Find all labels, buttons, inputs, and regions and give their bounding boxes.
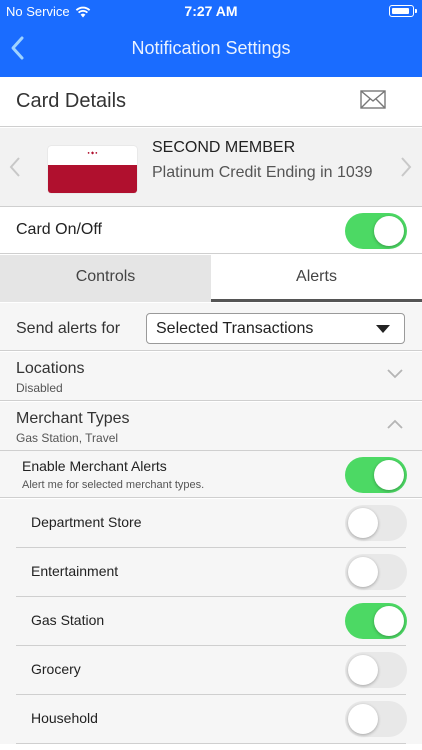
merchant-toggle-department-store[interactable] [345,505,407,541]
card-details-header: Card Details [0,77,422,127]
card-logo: ● ◆ ● [87,150,98,155]
previous-card-chevron-icon[interactable] [8,156,22,178]
merchant-toggle-entertainment[interactable] [345,554,407,590]
toggle-knob [348,508,378,538]
page-title: Notification Settings [131,38,291,58]
mail-icon[interactable] [360,90,386,109]
card-carousel: ● ◆ ● SECOND MEMBER Platinum Credit Endi… [0,128,422,207]
merchant-toggle-grocery[interactable] [345,652,407,688]
status-bar: No Service 7:27 AM [0,0,422,22]
merchant-row-gas-station: Gas Station [0,597,422,646]
locations-section[interactable]: Locations Disabled [0,352,422,401]
enable-merchant-alerts-sub: Alert me for selected merchant types. [22,479,205,491]
card-onoff-row: Card On/Off [0,208,422,254]
dropdown-caret-icon [376,325,390,333]
merchant-label: Department Store [31,514,142,530]
card-details-title: Card Details [16,90,127,112]
tab-bar: Controls Alerts [0,255,422,302]
status-time: 7:27 AM [184,3,238,19]
locations-status: Disabled [16,381,63,395]
enable-merchant-alerts-toggle[interactable] [345,457,407,493]
tab-controls[interactable]: Controls [0,255,211,302]
merchant-toggle-household[interactable] [345,701,407,737]
toggle-knob [348,655,378,685]
next-card-chevron-icon[interactable] [399,156,413,178]
row-divider [16,743,406,744]
chevron-up-icon [387,419,403,429]
enable-merchant-alerts-title: Enable Merchant Alerts [22,458,167,474]
merchant-toggle-gas-station[interactable] [345,603,407,639]
send-alerts-row: Send alerts for Selected Transactions [0,303,422,351]
merchant-label: Gas Station [31,612,105,628]
chevron-down-icon [387,369,403,379]
merchant-types-summary: Gas Station, Travel [16,431,119,445]
tab-alerts[interactable]: Alerts [211,255,422,302]
merchant-label: Household [31,710,98,726]
toggle-knob [374,460,404,490]
card-member-name: SECOND MEMBER [152,139,296,156]
send-alerts-select[interactable]: Selected Transactions [146,313,405,344]
locations-title: Locations [16,360,85,377]
card-band [48,165,137,193]
card-description: Platinum Credit Ending in 1039 [152,164,373,181]
enable-merchant-alerts-row: Enable Merchant Alerts Alert me for sele… [0,451,422,498]
toggle-knob [348,557,378,587]
navigation-bar: No Service 7:27 AM Notification Settings [0,0,422,77]
merchant-label: Grocery [31,661,81,677]
merchant-row-department-store: Department Store [0,499,422,548]
toggle-knob [374,216,404,246]
send-alerts-value: Selected Transactions [156,320,314,337]
send-alerts-label: Send alerts for [16,320,121,337]
card-onoff-label: Card On/Off [16,221,102,238]
card-image: ● ◆ ● [48,146,137,193]
merchant-types-title: Merchant Types [16,410,130,427]
merchant-types-section[interactable]: Merchant Types Gas Station, Travel [0,402,422,451]
merchant-row-household: Household [0,695,422,744]
merchant-label: Entertainment [31,563,119,579]
battery-icon [389,5,417,17]
merchant-row-grocery: Grocery [0,646,422,695]
toggle-knob [348,704,378,734]
merchant-row-entertainment: Entertainment [0,548,422,597]
toggle-knob [374,606,404,636]
card-onoff-toggle[interactable] [345,213,407,249]
